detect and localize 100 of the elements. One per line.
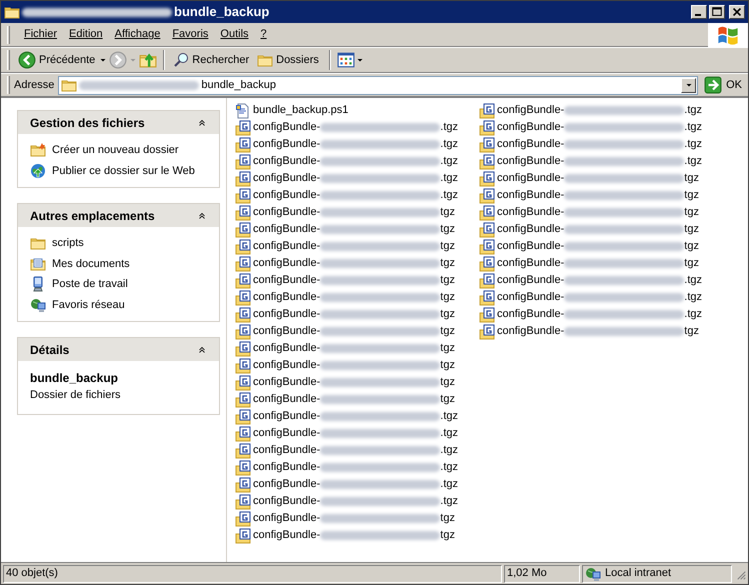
- file-item[interactable]: configBundle- tgz: [235, 306, 467, 323]
- archive-file-icon: [235, 222, 251, 238]
- back-button[interactable]: Précédente: [16, 51, 98, 69]
- task-link[interactable]: Créer un nouveau dossier: [52, 142, 179, 158]
- go-arrow-icon: [704, 76, 722, 94]
- maximize-icon: [711, 6, 723, 18]
- archive-file-icon: [235, 238, 251, 254]
- file-item[interactable]: configBundle- tgz: [235, 289, 467, 306]
- file-item[interactable]: configBundle- .tgz: [479, 272, 711, 289]
- views-button[interactable]: [336, 51, 364, 69]
- status-size: 1,02 Mo: [507, 566, 547, 582]
- file-item[interactable]: configBundle- .tgz: [235, 170, 467, 187]
- go-button[interactable]: OK: [702, 76, 744, 94]
- file-item[interactable]: configBundle- .tgz: [235, 136, 467, 153]
- caret-icon: [356, 56, 364, 64]
- archive-file-icon: [235, 476, 251, 492]
- file-item[interactable]: configBundle- .tgz: [235, 493, 467, 510]
- file-item[interactable]: configBundle- tgz: [235, 323, 467, 340]
- panel-title: Gestion des fichiers: [30, 114, 145, 132]
- archive-file-icon: [235, 460, 251, 476]
- file-item[interactable]: configBundle- tgz: [235, 204, 467, 221]
- menu-item[interactable]: Edition: [63, 24, 109, 45]
- maximize-button[interactable]: [709, 5, 725, 19]
- task-link[interactable]: scripts: [52, 235, 84, 252]
- documents-icon: [30, 256, 46, 272]
- search-icon: [173, 52, 190, 68]
- panel-header[interactable]: Autres emplacements: [18, 204, 219, 227]
- file-item[interactable]: configBundle- .tgz: [235, 459, 467, 476]
- file-item[interactable]: configBundle- tgz: [235, 374, 467, 391]
- file-item[interactable]: configBundle- tgz: [235, 272, 467, 289]
- collapse-chevron-icon[interactable]: [197, 210, 207, 220]
- archive-file-icon: [235, 306, 251, 322]
- panel-title: Autres emplacements: [30, 208, 155, 224]
- file-item[interactable]: bundle_backup.ps1: [235, 102, 467, 119]
- file-item[interactable]: configBundle- .tgz: [235, 442, 467, 459]
- collapse-chevron-icon[interactable]: [197, 344, 207, 354]
- file-item[interactable]: configBundle- .tgz: [235, 187, 467, 204]
- grid-view-icon: [336, 51, 355, 69]
- archive-file-icon: [479, 204, 495, 220]
- menu-item[interactable]: Fichier: [18, 24, 64, 45]
- file-item[interactable]: configBundle- tgz: [479, 221, 711, 238]
- archive-file-icon: [235, 374, 251, 390]
- archive-file-icon: [479, 170, 495, 186]
- address-field[interactable]: bundle_backup: [58, 76, 698, 94]
- archive-file-icon: [235, 154, 251, 170]
- panel-header[interactable]: Détails: [18, 338, 219, 361]
- file-item[interactable]: configBundle- tgz: [235, 238, 467, 255]
- file-item[interactable]: configBundle- tgz: [235, 391, 467, 408]
- task-link[interactable]: Favoris réseau: [52, 296, 125, 313]
- status-zone: Local intranet: [605, 566, 672, 582]
- menu-item[interactable]: Favoris: [166, 24, 214, 45]
- close-icon: [731, 6, 743, 18]
- archive-file-icon: [479, 256, 495, 272]
- file-item[interactable]: configBundle- tgz: [479, 238, 711, 255]
- archive-file-icon: [235, 324, 251, 340]
- file-item[interactable]: configBundle- .tgz: [479, 306, 711, 323]
- file-item[interactable]: configBundle- tgz: [479, 187, 711, 204]
- file-item[interactable]: configBundle- .tgz: [235, 408, 467, 425]
- task-link[interactable]: Mes documents: [52, 256, 130, 272]
- file-item[interactable]: configBundle- .tgz: [479, 136, 711, 153]
- dropdown-button[interactable]: [681, 78, 696, 92]
- close-button[interactable]: [729, 5, 745, 19]
- minimize-button[interactable]: [691, 5, 707, 19]
- file-item[interactable]: configBundle- .tgz: [235, 425, 467, 442]
- archive-file-icon: [235, 442, 251, 458]
- collapse-chevron-icon[interactable]: [197, 118, 207, 128]
- archive-file-icon: [235, 188, 251, 204]
- file-item[interactable]: configBundle- .tgz: [479, 119, 711, 136]
- file-item[interactable]: configBundle- tgz: [235, 527, 467, 544]
- archive-file-icon: [235, 272, 251, 288]
- file-item[interactable]: configBundle- tgz: [235, 255, 467, 272]
- file-item[interactable]: configBundle- tgz: [235, 357, 467, 374]
- file-item[interactable]: configBundle- .tgz: [479, 289, 711, 306]
- file-item[interactable]: configBundle- tgz: [235, 340, 467, 357]
- file-item[interactable]: configBundle- tgz: [479, 170, 711, 187]
- file-item[interactable]: configBundle- .tgz: [235, 153, 467, 170]
- file-item[interactable]: configBundle- .tgz: [479, 102, 711, 119]
- file-item[interactable]: configBundle- tgz: [235, 221, 467, 238]
- archive-file-icon: [479, 120, 495, 136]
- panel-header[interactable]: Gestion des fichiers: [18, 111, 219, 134]
- file-item[interactable]: configBundle- .tgz: [235, 119, 467, 136]
- file-item[interactable]: configBundle- tgz: [479, 204, 711, 221]
- file-item[interactable]: configBundle- .tgz: [235, 476, 467, 493]
- search-button[interactable]: Rechercher: [171, 52, 252, 68]
- folders-button[interactable]: Dossiers: [253, 52, 323, 68]
- archive-file-icon: [479, 102, 495, 118]
- menu-item[interactable]: ?: [254, 24, 273, 45]
- file-item[interactable]: configBundle- tgz: [235, 510, 467, 527]
- task-link[interactable]: Publier ce dossier sur le Web: [52, 162, 195, 179]
- task-link[interactable]: Poste de travail: [52, 276, 128, 292]
- archive-file-icon: [235, 290, 251, 306]
- menu-item[interactable]: Outils: [214, 24, 255, 45]
- menu-item[interactable]: Affichage: [108, 24, 166, 45]
- status-count: 40 objet(s): [6, 566, 58, 582]
- caret-icon[interactable]: [99, 56, 108, 64]
- file-item[interactable]: configBundle- .tgz: [479, 153, 711, 170]
- file-item[interactable]: configBundle- tgz: [479, 255, 711, 272]
- archive-file-icon: [235, 120, 251, 136]
- archive-file-icon: [479, 188, 495, 204]
- file-item[interactable]: configBundle- tgz: [479, 323, 711, 340]
